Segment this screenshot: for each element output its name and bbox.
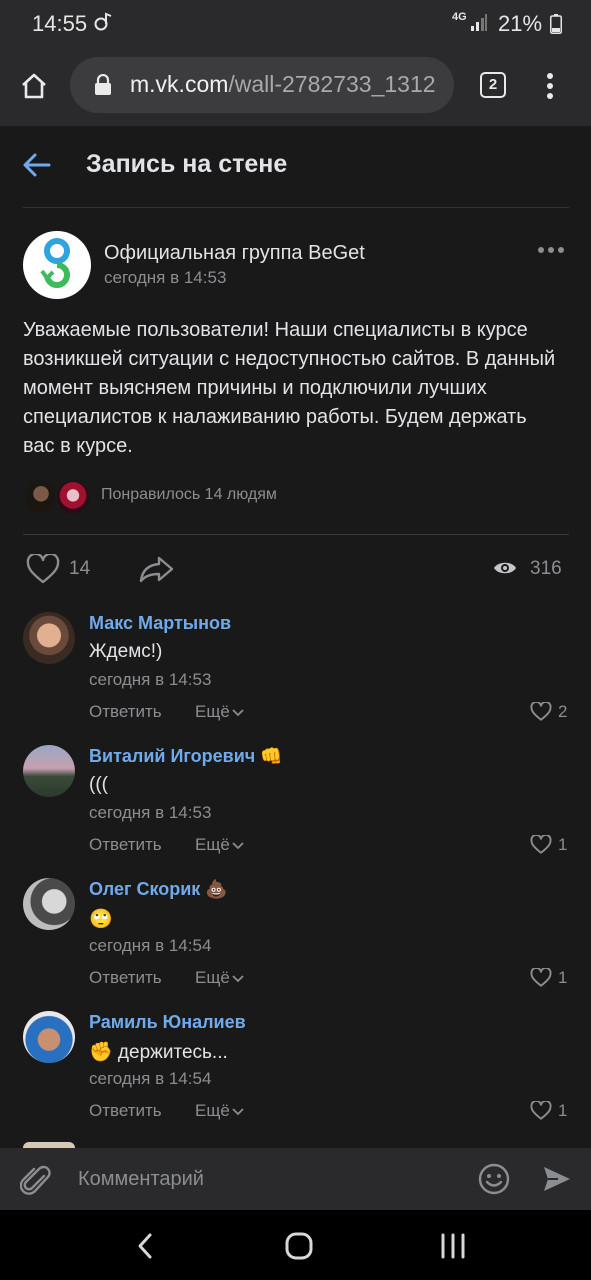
attach-paperclip-icon[interactable] xyxy=(19,1162,52,1203)
comment-more-label: Ещё xyxy=(195,968,230,987)
nav-home-icon[interactable] xyxy=(285,1232,313,1265)
share-icon xyxy=(139,556,174,583)
comment-like-count: 1 xyxy=(558,1101,568,1120)
liker-avatar[interactable] xyxy=(55,479,91,515)
chevron-down-icon xyxy=(232,841,244,849)
nav-recents-icon[interactable] xyxy=(440,1232,466,1265)
commenter-avatar[interactable] xyxy=(23,878,75,930)
status-bar: 14:55 4G 21% xyxy=(0,0,591,48)
commenter-name[interactable]: Олег Скорик 💩 xyxy=(89,879,228,900)
group-avatar[interactable] xyxy=(23,231,91,299)
url-host: m.vk.com xyxy=(130,71,229,97)
page-header: Запись на стене xyxy=(0,126,591,208)
url-text: m.vk.com/wall-2782733_1312 xyxy=(130,71,436,98)
liked-by-text[interactable]: Понравилось 14 людям xyxy=(101,486,277,504)
comment-time: сегодня в 14:53 xyxy=(89,670,212,689)
chevron-down-icon xyxy=(232,974,244,982)
comment-text: ((( xyxy=(89,774,108,795)
url-path: /wall-2782733_1312 xyxy=(228,71,436,97)
comment-text: Ждемс!) xyxy=(89,641,163,662)
emoji-smile-icon[interactable] xyxy=(478,1163,510,1200)
comment-more-button[interactable]: Ещё xyxy=(195,702,244,722)
post-more-icon[interactable] xyxy=(538,234,564,260)
nav-back-icon[interactable] xyxy=(135,1232,155,1265)
liker-avatar[interactable] xyxy=(23,479,59,515)
like-button[interactable] xyxy=(26,552,60,589)
commenter-name[interactable]: Рамиль Юналиев xyxy=(89,1012,246,1033)
comment-time: сегодня в 14:54 xyxy=(89,936,212,955)
system-nav-bar xyxy=(0,1210,591,1280)
name-emoji: 👊 xyxy=(260,746,283,766)
commenter-name[interactable]: Виталий Игоревич 👊 xyxy=(89,746,283,767)
battery-percent: 21% xyxy=(498,11,543,36)
divider xyxy=(23,207,569,208)
heart-icon xyxy=(530,966,552,987)
share-button[interactable] xyxy=(139,555,175,588)
comment-like-button[interactable] xyxy=(530,1099,552,1125)
comment-time: сегодня в 14:54 xyxy=(89,1069,212,1088)
comment-time: сегодня в 14:53 xyxy=(89,803,212,822)
lock-icon xyxy=(94,73,112,101)
comment-more-label: Ещё xyxy=(195,835,230,854)
page-title: Запись на стене xyxy=(86,150,288,178)
reply-button[interactable]: Ответить xyxy=(89,835,162,855)
comment-more-label: Ещё xyxy=(195,702,230,721)
chevron-down-icon xyxy=(232,708,244,716)
comment-input[interactable] xyxy=(76,1162,460,1196)
divider xyxy=(23,534,569,535)
comment-like-count: 2 xyxy=(558,702,568,721)
heart-icon xyxy=(530,1099,552,1120)
comment-text: 🙄 xyxy=(89,909,113,930)
comment-like-button[interactable] xyxy=(530,833,552,859)
comments-section: Макс Мартынов Ждемс!) сегодня в 14:53 От… xyxy=(0,600,591,1148)
comment-like-count: 1 xyxy=(558,835,568,854)
comment-more-button[interactable]: Ещё xyxy=(195,1101,244,1121)
signal-icon xyxy=(470,14,488,37)
reply-button[interactable]: Ответить xyxy=(89,968,162,988)
comment-more-button[interactable]: Ещё xyxy=(195,968,244,988)
chevron-down-icon xyxy=(232,1107,244,1115)
commenter-avatar[interactable] xyxy=(23,612,75,664)
reply-button[interactable]: Ответить xyxy=(89,702,162,722)
comment-like-button[interactable] xyxy=(530,700,552,726)
comment-like-count: 1 xyxy=(558,968,568,987)
views-icon xyxy=(493,559,517,582)
comment-more-label: Ещё xyxy=(195,1101,230,1120)
address-bar[interactable]: m.vk.com/wall-2782733_1312 xyxy=(70,57,454,113)
like-count: 14 xyxy=(69,558,91,579)
tab-switcher-button[interactable]: 2 xyxy=(480,72,506,98)
send-icon[interactable] xyxy=(542,1165,572,1198)
comment-more-button[interactable]: Ещё xyxy=(195,835,244,855)
post-time: сегодня в 14:53 xyxy=(104,268,227,287)
beget-logo-icon xyxy=(40,238,70,288)
home-icon[interactable] xyxy=(20,72,48,105)
commenter-avatar[interactable] xyxy=(23,1011,75,1063)
browser-menu-icon[interactable] xyxy=(545,72,555,107)
status-time: 14:55 xyxy=(32,11,88,36)
network-type: 4G xyxy=(452,11,467,23)
heart-icon xyxy=(530,833,552,854)
battery-icon xyxy=(550,14,562,34)
music-notification-icon xyxy=(94,12,112,38)
comment-text: ✊ держитесь... xyxy=(89,1042,228,1063)
heart-icon xyxy=(530,700,552,721)
comment-input-bar xyxy=(0,1148,591,1210)
heart-icon xyxy=(26,552,60,584)
commenter-avatar[interactable] xyxy=(23,745,75,797)
name-emoji: 💩 xyxy=(205,879,228,899)
back-arrow-icon[interactable] xyxy=(22,150,52,185)
post-author[interactable]: Официальная группа BeGet xyxy=(104,242,365,265)
commenter-name-text: Олег Скорик xyxy=(89,879,201,899)
browser-toolbar: m.vk.com/wall-2782733_1312 2 xyxy=(0,48,591,126)
views-count: 316 xyxy=(530,558,562,579)
commenter-name[interactable]: Макс Мартынов xyxy=(89,613,231,634)
post-text: Уважаемые пользователи! Наши специалисты… xyxy=(23,319,556,457)
comment-like-button[interactable] xyxy=(530,966,552,992)
reply-button[interactable]: Ответить xyxy=(89,1101,162,1121)
commenter-name-text: Виталий Игоревич xyxy=(89,746,256,766)
